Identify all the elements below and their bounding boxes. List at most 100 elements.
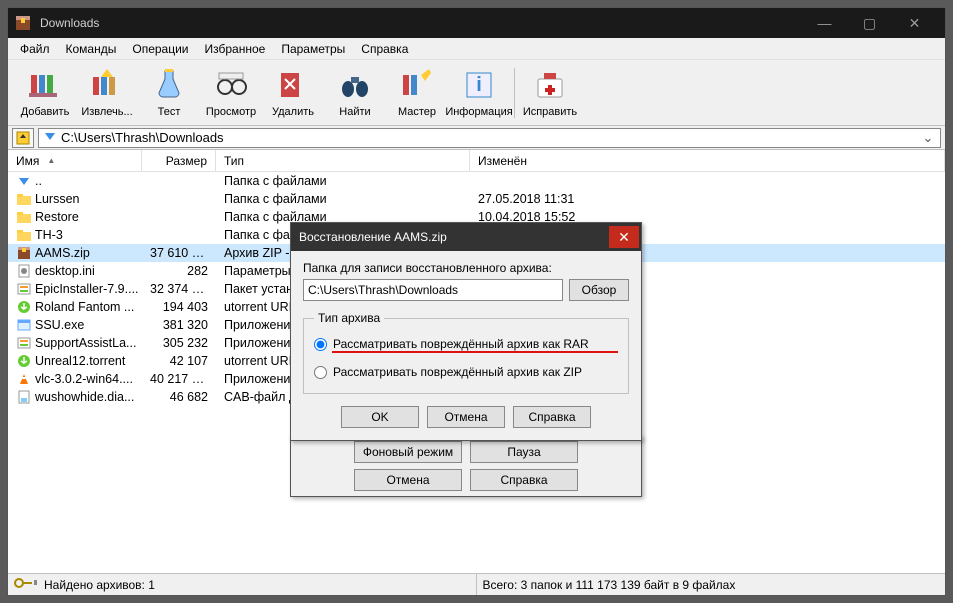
menu-help[interactable]: Справка [353, 40, 416, 58]
info-button[interactable]: i Информация [448, 64, 510, 120]
toolbar-label: Тест [158, 106, 181, 118]
radio-rar[interactable] [314, 338, 327, 351]
titlebar: Downloads — ▢ ✕ [8, 8, 945, 38]
background-mode-button[interactable]: Фоновый режим [354, 441, 462, 463]
file-type: Папка с файлами [216, 174, 470, 188]
add-button[interactable]: Добавить [14, 64, 76, 120]
status-right: Всего: 3 папок и 111 173 139 байт в 9 фа… [477, 578, 946, 592]
file-icon [16, 246, 32, 260]
key-lock-icon [14, 576, 38, 593]
file-icon [16, 372, 32, 386]
file-type: Папка с файлами [216, 192, 470, 206]
sort-asc-icon: ▲ [47, 156, 55, 165]
column-headers: Имя▲ Размер Тип Изменён [8, 150, 945, 172]
toolbar-label: Исправить [523, 106, 577, 118]
cancel-button[interactable]: Отмена [427, 406, 505, 428]
close-button[interactable]: ✕ [892, 8, 937, 38]
file-name: SupportAssistLa... [35, 336, 136, 350]
file-size: 305 232 [142, 336, 216, 350]
help-button[interactable]: Справка [513, 406, 591, 428]
file-size: 42 107 [142, 354, 216, 368]
toolbar: Добавить Извлечь... Тест Просмотр Удалит… [8, 60, 945, 126]
col-type[interactable]: Тип [216, 150, 470, 171]
radio-zip[interactable] [314, 366, 327, 379]
maximize-button[interactable]: ▢ [847, 8, 892, 38]
file-row[interactable]: LurssenПапка с файлами27.05.2018 11:31 [8, 190, 945, 208]
find-button[interactable]: Найти [324, 64, 386, 120]
radio-zip-label: Рассматривать повреждённый архив как ZIP [333, 365, 582, 379]
delete-button[interactable]: Удалить [262, 64, 324, 120]
file-size: 194 403 [142, 300, 216, 314]
col-modified[interactable]: Изменён [470, 150, 945, 171]
status-left: Найдено архивов: 1 [8, 574, 477, 595]
file-name: Restore [35, 210, 79, 224]
file-size: 40 217 832 [142, 372, 216, 386]
col-name[interactable]: Имя▲ [8, 150, 142, 171]
ok-button[interactable]: OK [341, 406, 419, 428]
menu-options[interactable]: Параметры [273, 40, 353, 58]
repair-button[interactable]: Исправить [519, 64, 581, 120]
file-name: desktop.ini [35, 264, 95, 278]
file-size: 32 374 784 [142, 282, 216, 296]
menu-file[interactable]: Файл [12, 40, 58, 58]
file-icon [16, 228, 32, 242]
menu-commands[interactable]: Команды [58, 40, 125, 58]
file-icon [16, 390, 32, 404]
file-icon [16, 174, 32, 188]
file-name: .. [35, 174, 42, 188]
file-icon [16, 210, 32, 224]
archive-type-fieldset: Тип архива Рассматривать повреждённый ар… [303, 311, 629, 394]
fieldset-legend: Тип архива [314, 311, 384, 325]
file-icon [16, 300, 32, 314]
menu-operations[interactable]: Операции [124, 40, 196, 58]
bg-help-button[interactable]: Справка [470, 469, 578, 491]
col-size[interactable]: Размер [142, 150, 216, 171]
address-bar[interactable]: C:\Users\Thrash\Downloads ⌄ [38, 128, 941, 148]
toolbar-label: Найти [339, 106, 370, 118]
dialog-body: Папка для записи восстановленного архива… [291, 251, 641, 440]
glasses-icon [212, 66, 250, 104]
background-dialog: Фоновый режим Пауза Отмена Справка [290, 435, 642, 497]
address-row: C:\Users\Thrash\Downloads ⌄ [8, 126, 945, 150]
radio-zip-row[interactable]: Рассматривать повреждённый архив как ZIP [314, 365, 618, 379]
toolbar-label: Просмотр [206, 106, 256, 118]
file-name: Lurssen [35, 192, 79, 206]
book-x-icon [274, 66, 312, 104]
file-name: TH-3 [35, 228, 63, 242]
file-icon [16, 354, 32, 368]
binoculars-icon [336, 66, 374, 104]
file-row[interactable]: .. Папка с файлами [8, 172, 945, 190]
chevron-down-icon[interactable]: ⌄ [920, 130, 936, 146]
file-name: AAMS.zip [35, 246, 90, 260]
highlight-underline [332, 351, 618, 353]
file-name: vlc-3.0.2-win64.... [35, 372, 133, 386]
wand-icon [398, 66, 436, 104]
radio-rar-label: Рассматривать повреждённый архив как RAR [333, 337, 589, 351]
file-icon [16, 282, 32, 296]
browse-button[interactable]: Обзор [569, 279, 629, 301]
extract-button[interactable]: Извлечь... [76, 64, 138, 120]
medkit-icon [531, 66, 569, 104]
file-name: SSU.exe [35, 318, 84, 332]
nav-up-button[interactable] [12, 128, 34, 148]
toolbar-label: Мастер [398, 106, 436, 118]
file-icon [16, 192, 32, 206]
dialog-close-button[interactable]: ✕ [609, 226, 639, 248]
minimize-button[interactable]: — [802, 8, 847, 38]
menubar: Файл Команды Операции Избранное Параметр… [8, 38, 945, 60]
statusbar: Найдено архивов: 1 Всего: 3 папок и 111 … [8, 573, 945, 595]
file-size: 282 [142, 264, 216, 278]
arrow-down-icon [43, 129, 57, 146]
menu-favorites[interactable]: Избранное [197, 40, 274, 58]
radio-rar-row[interactable]: Рассматривать повреждённый архив как RAR [314, 337, 618, 351]
file-size: 46 682 [142, 390, 216, 404]
wizard-button[interactable]: Мастер [386, 64, 448, 120]
flask-icon [150, 66, 188, 104]
toolbar-divider [514, 68, 515, 118]
pause-button[interactable]: Пауза [470, 441, 578, 463]
dest-input[interactable] [303, 279, 563, 301]
test-button[interactable]: Тест [138, 64, 200, 120]
info-icon: i [460, 66, 498, 104]
bg-cancel-button[interactable]: Отмена [354, 469, 462, 491]
view-button[interactable]: Просмотр [200, 64, 262, 120]
